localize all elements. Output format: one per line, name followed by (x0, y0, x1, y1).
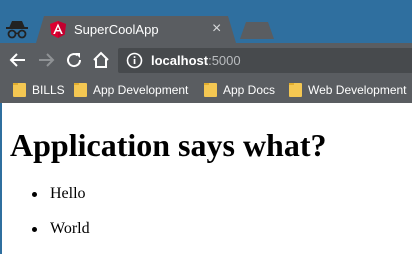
list-item-text: World (50, 220, 90, 237)
folder-icon (204, 83, 217, 97)
address-bar[interactable]: localhost:5000 (118, 48, 412, 73)
page-content: Application says what? Hello World (0, 103, 412, 254)
close-tab-icon[interactable]: × (212, 19, 221, 39)
bookmark-label: BILLS (32, 83, 65, 97)
new-tab-button[interactable] (240, 22, 274, 39)
url-port: :5000 (208, 53, 241, 68)
toolbar: localhost:5000 (0, 43, 412, 77)
folder-icon (13, 83, 26, 97)
angular-icon (50, 21, 66, 38)
home-icon[interactable] (92, 51, 110, 69)
list-item-text: Hello (50, 185, 86, 202)
tab-strip: SuperCoolApp × (0, 0, 412, 43)
bookmark-label: App Development (93, 83, 189, 97)
bookmarks-bar: BILLS App Development App Docs Web Devel… (0, 77, 412, 103)
browser-window: SuperCoolApp × localhost:5000 BILLS App … (0, 0, 412, 254)
bookmark-label: App Docs (223, 83, 276, 97)
url-text: localhost:5000 (151, 53, 241, 68)
page-heading: Application says what? (10, 127, 327, 163)
forward-arrow-icon[interactable] (37, 51, 55, 69)
info-icon[interactable] (126, 52, 143, 69)
bullet-icon (32, 227, 37, 232)
url-host: localhost (151, 53, 209, 68)
tab-title: SuperCoolApp (74, 22, 159, 37)
back-arrow-icon[interactable] (9, 51, 27, 69)
tab-supercoolapp[interactable]: SuperCoolApp × (36, 16, 236, 43)
incognito-icon (6, 21, 28, 39)
bookmark-label: Web Development (308, 83, 407, 97)
reload-icon[interactable] (65, 51, 83, 69)
folder-icon (289, 83, 302, 97)
folder-icon (74, 83, 87, 97)
bullet-icon (32, 192, 37, 197)
